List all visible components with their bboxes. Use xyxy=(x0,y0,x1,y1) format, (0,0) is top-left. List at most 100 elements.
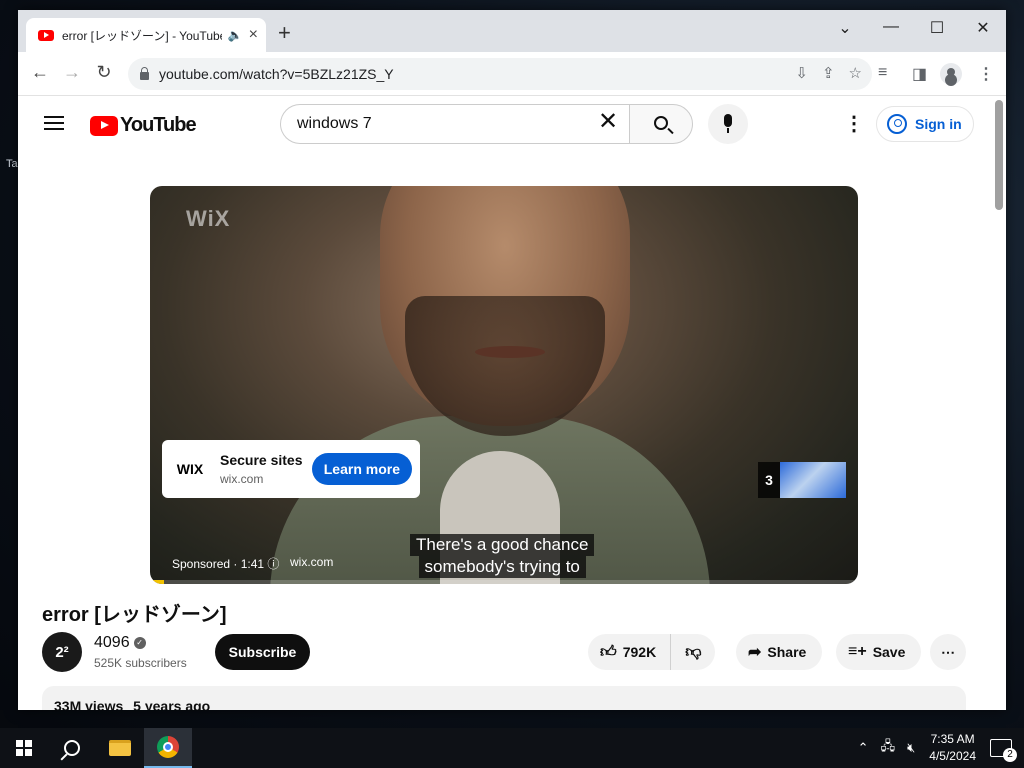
new-tab-button[interactable]: + xyxy=(278,22,291,44)
taskbar: ⌃ 🖧︎ 🔇︎ 7:35 AM 4/5/2024 2 xyxy=(0,728,1024,768)
desktop-text: Ta xyxy=(6,158,18,170)
volume-muted-icon[interactable]: 🔇︎ xyxy=(907,740,915,756)
like-button[interactable]: 👍︎ 792K xyxy=(588,634,672,670)
forward-arrow-icon[interactable]: → xyxy=(60,62,84,83)
channel-avatar[interactable]: 2² xyxy=(42,632,82,672)
chrome-menu-icon[interactable]: ⋮ xyxy=(978,64,994,84)
tab-strip: error [レッドゾーン] - YouTube 🔈 × + ⌄ — ☐ ✕ xyxy=(18,10,1006,52)
video-frame-beard xyxy=(405,296,605,436)
clock[interactable]: 7:35 AM 4/5/2024 xyxy=(929,731,976,765)
reload-icon[interactable]: ↻ xyxy=(92,62,116,83)
taskbar-search-button[interactable] xyxy=(48,728,96,768)
notification-center-button[interactable]: 2 xyxy=(990,739,1017,762)
search-icon xyxy=(64,740,80,756)
upload-age: 5 years ago xyxy=(133,698,211,710)
browser-tab[interactable]: error [レッドゾーン] - YouTube 🔈 × xyxy=(26,18,266,52)
ad-watermark: WiX xyxy=(186,206,231,231)
media-queue-icon[interactable]: ≡ xyxy=(878,64,887,82)
clear-search-icon[interactable]: ✕ xyxy=(598,110,618,134)
install-app-icon[interactable]: ⇩ xyxy=(795,64,808,82)
dislike-button[interactable]: 👎︎ xyxy=(671,643,715,662)
advertiser-logo[interactable]: WIX xyxy=(168,447,212,491)
ad-title[interactable]: Secure sites xyxy=(220,452,312,468)
like-count: 792K xyxy=(622,644,657,660)
tab-close-icon[interactable]: × xyxy=(249,27,258,43)
url-text[interactable]: youtube.com/watch?v=5BZLz21ZS_Y xyxy=(159,66,394,82)
captions: There's a good chance somebody's trying … xyxy=(410,534,595,578)
save-button[interactable]: ≡+ Save xyxy=(836,634,922,670)
sign-in-button[interactable]: Sign in xyxy=(876,106,974,142)
sponsored-label[interactable]: Sponsored · 1:41 ⓘ xyxy=(172,555,279,572)
ad-queue[interactable]: 3 xyxy=(758,462,846,498)
maximize-button[interactable]: ☐ xyxy=(914,18,960,38)
share-label: Share xyxy=(767,644,807,660)
youtube-logo[interactable]: YouTube xyxy=(90,114,197,137)
channel-name-row[interactable]: 4096 ✓ xyxy=(94,634,146,652)
thumbs-down-icon: 👎︎ xyxy=(685,643,702,661)
sign-in-label: Sign in xyxy=(915,116,962,132)
youtube-favicon-icon xyxy=(38,29,54,41)
caption-line: There's a good chance xyxy=(410,534,595,556)
save-label: Save xyxy=(872,644,906,660)
clock-time: 7:35 AM xyxy=(930,732,975,746)
ad-progress-bar[interactable] xyxy=(150,580,858,584)
back-arrow-icon[interactable]: ← xyxy=(28,62,52,83)
lock-icon[interactable] xyxy=(140,67,149,80)
clock-date: 4/5/2024 xyxy=(929,749,976,763)
search-input[interactable] xyxy=(280,104,630,144)
verified-check-icon: ✓ xyxy=(133,636,146,649)
share-page-icon[interactable]: ⇪ xyxy=(822,64,835,82)
notification-count: 2 xyxy=(1003,748,1017,762)
video-title: error [レッドゾーン] xyxy=(42,604,227,626)
account-circle-icon xyxy=(887,114,907,134)
subscribe-button[interactable]: Subscribe xyxy=(215,634,310,670)
system-tray: ⌃ 🖧︎ 🔇︎ 7:35 AM 4/5/2024 2 xyxy=(852,728,1024,768)
speaker-icon[interactable]: 🔈 xyxy=(228,28,243,42)
windows-logo-icon xyxy=(16,740,32,756)
youtube-page: YouTube ✕ ⋮ Sign in WiX WIX Secure sites xyxy=(18,96,1006,710)
share-arrow-icon: ➦ xyxy=(748,644,762,661)
add-to-playlist-icon: ≡+ xyxy=(848,643,867,660)
search-button[interactable] xyxy=(629,104,693,144)
tab-title: error [レッドゾーン] - YouTube xyxy=(62,28,222,43)
address-bar[interactable]: youtube.com/watch?v=5BZLz21ZS_Y ⇩ ⇪ ☆ xyxy=(128,58,872,90)
file-explorer-button[interactable] xyxy=(96,728,144,768)
caption-line: somebody's trying to xyxy=(418,556,586,578)
video-frame-mouth xyxy=(475,346,545,358)
description-box[interactable]: 33M views 5 years ago xyxy=(42,686,966,710)
browser-toolbar: ← → ↻ youtube.com/watch?v=5BZLz21ZS_Y ⇩ … xyxy=(18,52,1006,96)
close-window-button[interactable]: ✕ xyxy=(960,18,1006,38)
like-dislike-group: 👍︎ 792K 👎︎ xyxy=(588,634,716,670)
more-actions-button[interactable]: ⋯ xyxy=(930,634,966,670)
subscriber-count: 525K subscribers xyxy=(94,656,187,670)
ad-link[interactable]: wix.com xyxy=(290,555,333,569)
ad-thumbnail[interactable] xyxy=(780,462,846,498)
video-player[interactable]: WiX WIX Secure sites wix.com Learn more … xyxy=(150,186,858,584)
ad-overlay-card[interactable]: WIX Secure sites wix.com Learn more xyxy=(162,440,420,498)
search-icon xyxy=(654,116,668,130)
chevron-up-icon[interactable]: ⌃ xyxy=(858,740,869,756)
ad-queue-count: 3 xyxy=(758,462,780,498)
youtube-play-icon xyxy=(90,115,118,136)
ad-domain: wix.com xyxy=(220,472,264,486)
profile-avatar-icon[interactable] xyxy=(940,63,962,85)
bookmark-star-icon[interactable]: ☆ xyxy=(849,64,862,82)
folder-icon xyxy=(109,740,131,756)
view-count: 33M views xyxy=(54,698,124,710)
microphone-icon xyxy=(724,114,732,133)
minimize-button[interactable]: — xyxy=(868,18,914,36)
share-button[interactable]: ➦ Share xyxy=(736,634,823,670)
start-button[interactable] xyxy=(0,728,48,768)
settings-kebab-icon[interactable]: ⋮ xyxy=(844,114,864,134)
page-scrollbar[interactable] xyxy=(995,100,1003,210)
network-icon[interactable]: 🖧︎ xyxy=(881,737,896,759)
hamburger-menu-icon[interactable] xyxy=(44,116,64,130)
learn-more-button[interactable]: Learn more xyxy=(311,453,412,485)
more-horizontal-icon: ⋯ xyxy=(941,643,955,660)
chrome-icon xyxy=(157,736,179,758)
voice-search-button[interactable] xyxy=(708,104,748,144)
chrome-taskbar-button[interactable] xyxy=(144,728,192,768)
tab-search-chevron-icon[interactable]: ⌄ xyxy=(822,18,868,38)
side-panel-icon[interactable]: ◨ xyxy=(912,64,927,84)
channel-name[interactable]: 4096 xyxy=(94,634,130,651)
